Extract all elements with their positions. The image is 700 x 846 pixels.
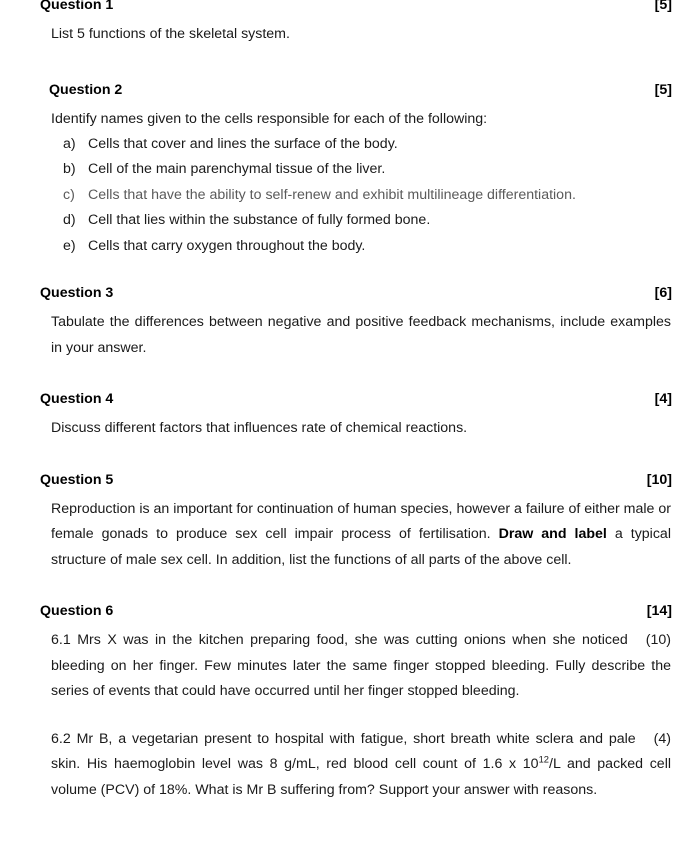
question-5-body-emphasis: Draw and label bbox=[498, 526, 607, 543]
question-1-header: Question 1 [5] bbox=[0, 0, 700, 14]
list-item-label: Cells that have the ability to self-rene… bbox=[88, 186, 576, 203]
question-3-body: Tabulate the differences between negativ… bbox=[51, 314, 671, 356]
question-3-title: Question 3 bbox=[40, 285, 114, 302]
question-2-body: Identify names given to the cells respon… bbox=[51, 110, 488, 127]
question-1-marks: [5] bbox=[654, 0, 672, 13]
question-3-marks: [6] bbox=[654, 285, 672, 302]
list-item-label: Cells that cover and lines the surface o… bbox=[88, 136, 398, 152]
question-4-body: Discuss different factors that influence… bbox=[51, 420, 468, 437]
list-item: d) Cell that lies within the substance o… bbox=[63, 208, 671, 233]
list-item-label: Cell that lies within the substance of f… bbox=[88, 212, 431, 229]
question-5-header: Question 5 [10] bbox=[0, 472, 700, 489]
list-item-marker: d) bbox=[63, 212, 76, 229]
list-item-marker: e) bbox=[63, 237, 76, 254]
question-1-title: Question 1 bbox=[40, 0, 114, 13]
question-5-title: Question 5 bbox=[40, 471, 114, 488]
exam-paper-page: Question 1 [5] List 5 functions of the s… bbox=[0, 0, 700, 843]
question-1-body: List 5 functions of the skeletal system. bbox=[51, 26, 290, 42]
list-item: e) Cells that carry oxygen throughout th… bbox=[63, 234, 671, 259]
question-6-1-marks: (10) bbox=[645, 632, 671, 649]
question-2-marks: [5] bbox=[654, 81, 672, 98]
question-6-2-exponent: 12 bbox=[538, 754, 549, 765]
question-6-marks: [14] bbox=[646, 603, 672, 620]
question-6-header: Question 6 [14] bbox=[0, 603, 700, 620]
question-6-1-body: (10) 6.1 Mrs X was in the kitchen prepar… bbox=[0, 628, 700, 705]
list-item-label: Cells that carry oxygen throughout the b… bbox=[88, 237, 366, 254]
question-2-title: Question 2 bbox=[49, 81, 123, 98]
question-6-1-text: 6.1 Mrs X was in the kitchen preparing f… bbox=[51, 632, 671, 700]
question-3-header: Question 3 [6] bbox=[0, 285, 700, 302]
question-5-marks: [10] bbox=[646, 471, 672, 488]
list-item-marker: c) bbox=[63, 186, 75, 203]
question-4-marks: [4] bbox=[654, 391, 672, 408]
question-6-2-body: (4) 6.2 Mr B, a vegetarian present to ho… bbox=[0, 727, 700, 804]
question-5-body: Reproduction is an important for continu… bbox=[0, 497, 700, 574]
question-6-2-marks: (4) bbox=[653, 730, 671, 747]
list-item-label: Cell of the main parenchymal tissue of t… bbox=[88, 161, 386, 178]
question-6-title: Question 6 bbox=[40, 603, 114, 620]
question-2-header: Question 2 [5] bbox=[0, 82, 700, 99]
question-6-2-text-before: 6.2 Mr B, a vegetarian present to hospit… bbox=[51, 730, 636, 773]
list-item: b) Cell of the main parenchymal tissue o… bbox=[63, 157, 671, 182]
question-4-title: Question 4 bbox=[40, 391, 114, 408]
list-item: c) Cells that have the ability to self-r… bbox=[63, 183, 671, 208]
list-item-marker: a) bbox=[63, 136, 76, 152]
list-item: a) Cells that cover and lines the surfac… bbox=[63, 132, 671, 157]
question-2-item-list: a) Cells that cover and lines the surfac… bbox=[0, 132, 700, 259]
list-item-marker: b) bbox=[63, 161, 76, 178]
question-4-header: Question 4 [4] bbox=[0, 391, 700, 408]
